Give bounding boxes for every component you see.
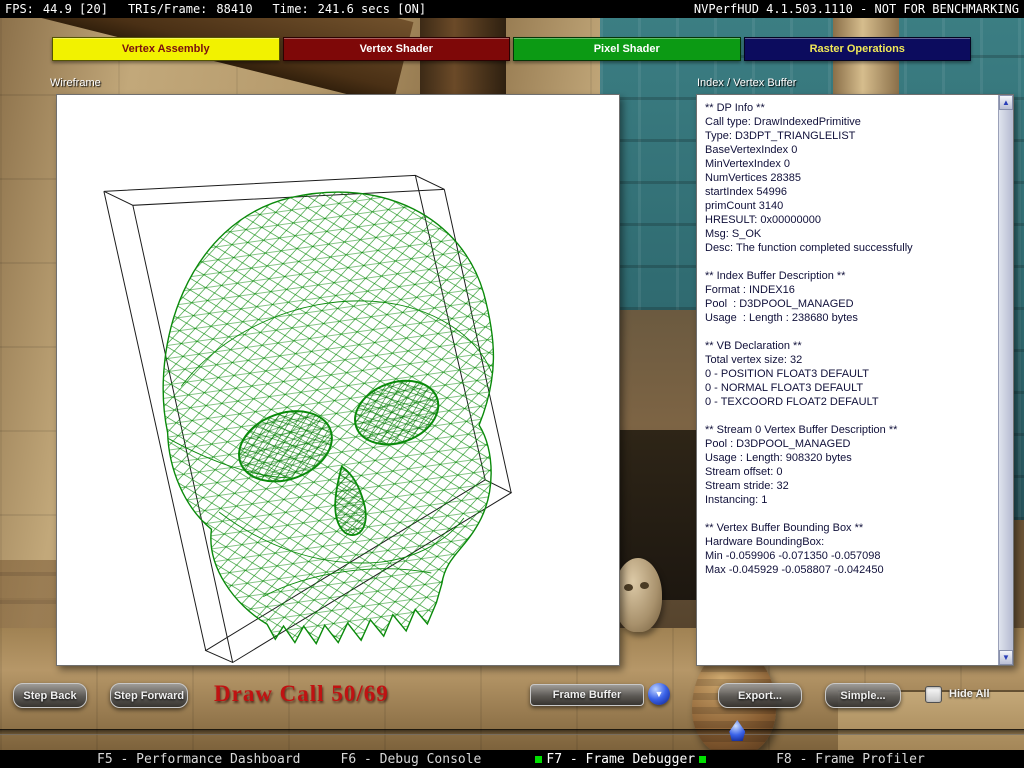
step-back-button[interactable]: Step Back <box>13 683 87 708</box>
wireframe-render <box>103 174 513 664</box>
wireframe-panel-title: Wireframe <box>50 77 101 89</box>
buffer-info-text: ** DP Info ** Call type: DrawIndexedPrim… <box>705 102 913 576</box>
tris-label: TRIs/Frame: <box>127 2 208 16</box>
stage-button-vertex-assembly[interactable]: Vertex Assembly <box>52 37 280 61</box>
dropdown-arrow-icon[interactable]: ▼ <box>648 683 670 705</box>
stage-button-raster-operations[interactable]: Raster Operations <box>743 37 971 61</box>
stage-button-label: Pixel Shader <box>593 43 660 55</box>
app-title: NVPerfHUD 4.1.503.1110 - NOT FOR BENCHMA… <box>693 2 1019 16</box>
statusbar-item-debug-console[interactable]: F6 - Debug Console <box>341 752 482 767</box>
hide-all-label: Hide All <box>949 688 990 700</box>
statusbar-item-frame-profiler[interactable]: F8 - Frame Profiler <box>776 752 925 767</box>
active-indicator-icon <box>535 755 543 763</box>
skull-mesh <box>162 191 495 645</box>
export-button[interactable]: Export... <box>718 683 802 708</box>
stage-button-label: Raster Operations <box>809 43 905 55</box>
active-indicator-icon <box>699 755 707 763</box>
simple-button[interactable]: Simple... <box>825 683 901 708</box>
time-label: Time: <box>272 2 309 16</box>
scrollbar[interactable]: ▲ ▼ <box>998 95 1013 665</box>
statusbar-item-label: F5 - Performance Dashboard <box>97 751 301 767</box>
hotkey-status-bar: F5 - Performance Dashboard F6 - Debug Co… <box>0 750 1024 768</box>
scroll-down-button[interactable]: ▼ <box>999 650 1013 665</box>
statusbar-item-frame-debugger[interactable]: F7 - Frame Debugger <box>531 752 710 767</box>
pipeline-stage-buttons: Vertex Assembly Vertex Shader Pixel Shad… <box>52 37 971 61</box>
fps-label: FPS: <box>5 2 34 16</box>
time-value: 241.6 secs [ON] <box>317 2 427 16</box>
statusbar-item-label: F6 - Debug Console <box>340 751 482 767</box>
buffer-info-panel: ** DP Info ** Call type: DrawIndexedPrim… <box>696 94 1014 666</box>
stage-button-label: Vertex Shader <box>359 43 433 55</box>
buffer-panel-title: Index / Vertex Buffer <box>697 77 797 89</box>
statusbar-item-label: F8 - Frame Profiler <box>776 751 925 767</box>
tris-value: 88410 <box>216 2 253 16</box>
stage-button-pixel-shader[interactable]: Pixel Shader <box>513 37 741 61</box>
fps-value: 44.9 [20] <box>42 2 108 16</box>
top-stats-bar: FPS: 44.9 [20] TRIs/Frame: 88410 Time: 2… <box>0 0 1024 18</box>
nvperfhud-screen: FPS: 44.9 [20] TRIs/Frame: 88410 Time: 2… <box>0 0 1024 768</box>
scroll-up-button[interactable]: ▲ <box>999 95 1013 110</box>
draw-call-timeline-track[interactable] <box>0 729 1024 735</box>
draw-call-counter: Draw Call 50/69 <box>214 681 389 706</box>
frame-buffer-dropdown[interactable]: Frame Buffer <box>530 684 644 706</box>
scroll-track[interactable] <box>999 110 1013 650</box>
statusbar-item-performance-dashboard[interactable]: F5 - Performance Dashboard <box>97 752 301 767</box>
timeline-thumb[interactable] <box>729 720 746 741</box>
stage-button-label: Vertex Assembly <box>121 43 210 55</box>
game-object-skull <box>614 558 662 632</box>
wireframe-viewport <box>56 94 620 666</box>
statusbar-item-label: F7 - Frame Debugger <box>546 751 696 767</box>
stage-button-vertex-shader[interactable]: Vertex Shader <box>282 37 510 61</box>
hide-all-checkbox[interactable] <box>925 686 942 703</box>
step-forward-button[interactable]: Step Forward <box>110 683 188 708</box>
